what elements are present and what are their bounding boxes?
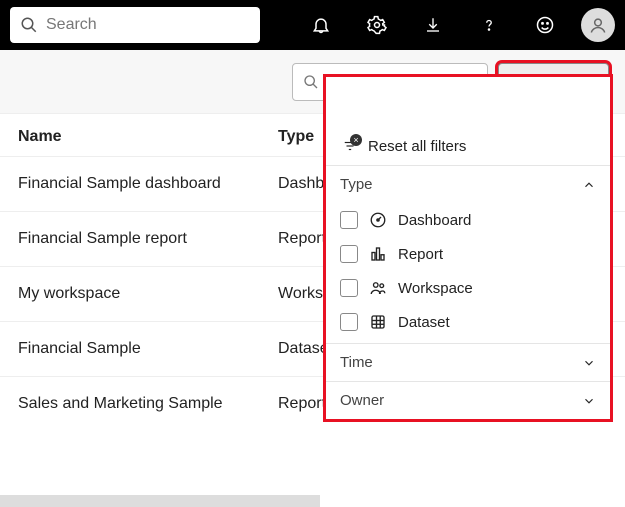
feedback-icon[interactable] [521,0,569,50]
filter-section-type[interactable]: Type [326,165,610,203]
filter-section-label: Owner [340,392,384,409]
cell-name: Financial Sample dashboard [18,175,278,193]
checkbox[interactable] [340,211,358,229]
filter-option-label: Dataset [398,314,450,331]
settings-icon[interactable] [353,0,401,50]
filter-option-workspace[interactable]: Workspace [326,271,610,305]
chevron-down-icon [582,356,596,370]
top-bar [0,0,625,50]
gauge-icon [368,211,388,229]
reset-filters-label: Reset all filters [368,138,466,155]
cell-name: Sales and Marketing Sample [18,395,278,413]
filter-option-label: Report [398,246,443,263]
bars-icon [368,245,388,263]
reset-filters-button[interactable]: × Reset all filters [326,127,610,165]
notifications-icon[interactable] [297,0,345,50]
filter-option-label: Workspace [398,280,473,297]
grid-icon [368,313,388,331]
col-header-name[interactable]: Name [18,128,278,146]
cell-name: Financial Sample [18,340,278,358]
checkbox[interactable] [340,313,358,331]
filter-option-report[interactable]: Report [326,237,610,271]
filter-section-label: Time [340,354,373,371]
help-icon[interactable] [465,0,513,50]
search-icon [303,74,319,90]
cell-name: My workspace [18,285,278,303]
people-icon [368,279,388,297]
chevron-up-icon [582,178,596,192]
filter-panel: × Reset all filters Type Dashboard Repor… [323,74,613,422]
filter-section-time[interactable]: Time [326,343,610,381]
filter-option-label: Dashboard [398,212,471,229]
chevron-down-icon [582,394,596,408]
filter-section-owner[interactable]: Owner [326,381,610,419]
checkbox[interactable] [340,245,358,263]
global-search[interactable] [10,7,260,43]
filter-option-dataset[interactable]: Dataset [326,305,610,343]
horizontal-scrollbar[interactable] [0,495,320,507]
reset-filters-icon: × [340,137,360,155]
content-area: Name Type Financial Sample dashboard Das… [0,114,625,507]
download-icon[interactable] [409,0,457,50]
cell-name: Financial Sample report [18,230,278,248]
checkbox[interactable] [340,279,358,297]
account-avatar[interactable] [581,8,615,42]
global-search-input[interactable] [46,16,250,34]
filter-section-label: Type [340,176,373,193]
search-icon [20,16,38,34]
filter-option-dashboard[interactable]: Dashboard [326,203,610,237]
